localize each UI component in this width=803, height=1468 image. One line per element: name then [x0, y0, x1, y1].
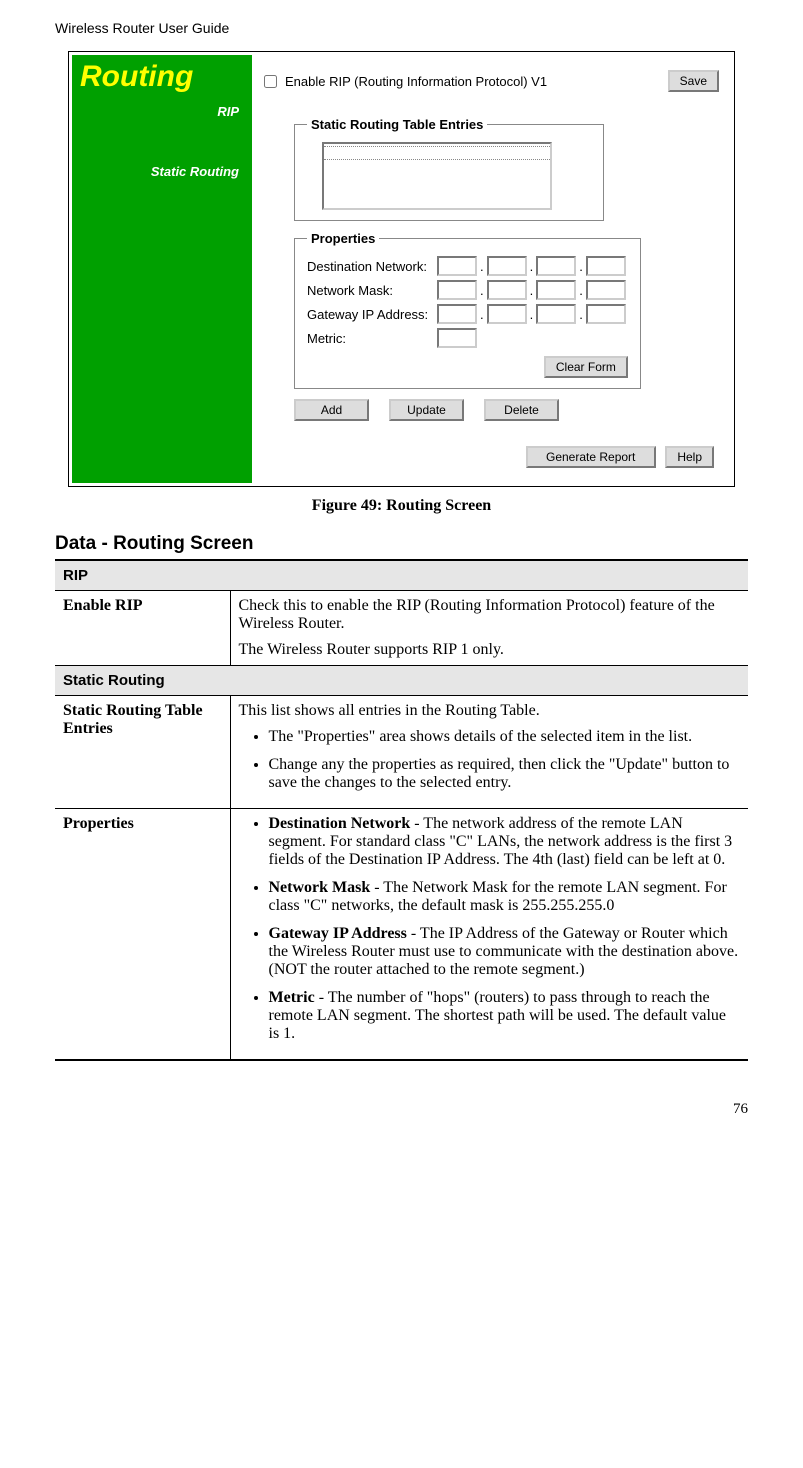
side-label-static: Static Routing	[80, 164, 239, 179]
static-routing-fieldset: Static Routing Table Entries	[294, 117, 604, 221]
section-heading: Data - Routing Screen	[55, 533, 748, 555]
properties-cell-label: Properties	[55, 809, 230, 1061]
page-header: Wireless Router User Guide	[55, 20, 748, 36]
metric-input[interactable]	[437, 328, 477, 348]
dest-network-label: Destination Network:	[307, 259, 437, 274]
side-label-rip: RIP	[80, 104, 239, 119]
routing-entries-listbox[interactable]	[322, 142, 552, 210]
section-rip: RIP	[55, 560, 748, 591]
gateway-ip-label: Gateway IP Address:	[307, 307, 437, 322]
mask-oct4[interactable]	[586, 280, 626, 300]
properties-fieldset: Properties Destination Network: . . . Ne…	[294, 231, 641, 389]
gw-oct3[interactable]	[536, 304, 576, 324]
network-mask-label: Network Mask:	[307, 283, 437, 298]
page-number: 76	[55, 1101, 748, 1118]
dest-oct4[interactable]	[586, 256, 626, 276]
dest-oct1[interactable]	[437, 256, 477, 276]
figure-container: Routing RIP Static Routing Enable RIP (R…	[55, 51, 748, 487]
entries-cell-desc: This list shows all entries in the Routi…	[230, 696, 748, 809]
section-static: Static Routing	[55, 666, 748, 696]
static-routing-legend: Static Routing Table Entries	[307, 117, 487, 132]
generate-report-button[interactable]: Generate Report	[526, 446, 656, 468]
entries-cell-label: Static Routing Table Entries	[55, 696, 230, 809]
figure-caption: Figure 49: Routing Screen	[55, 497, 748, 515]
metric-label: Metric:	[307, 331, 437, 346]
dest-oct3[interactable]	[536, 256, 576, 276]
help-button[interactable]: Help	[665, 446, 714, 468]
enable-rip-label: Enable RIP (Routing Information Protocol…	[285, 74, 547, 89]
add-button[interactable]: Add	[294, 399, 369, 421]
routing-screenshot: Routing RIP Static Routing Enable RIP (R…	[68, 51, 735, 487]
mask-oct2[interactable]	[487, 280, 527, 300]
enable-rip-cell-desc: Check this to enable the RIP (Routing In…	[230, 591, 748, 666]
gw-oct1[interactable]	[437, 304, 477, 324]
enable-rip-checkbox[interactable]	[264, 75, 277, 88]
mask-oct3[interactable]	[536, 280, 576, 300]
gw-oct4[interactable]	[586, 304, 626, 324]
delete-button[interactable]: Delete	[484, 399, 559, 421]
save-button[interactable]: Save	[668, 70, 719, 92]
routing-title: Routing	[80, 60, 244, 94]
mask-oct1[interactable]	[437, 280, 477, 300]
gw-oct2[interactable]	[487, 304, 527, 324]
properties-legend: Properties	[307, 231, 379, 246]
data-table: RIP Enable RIP Check this to enable the …	[55, 559, 748, 1061]
clear-form-button[interactable]: Clear Form	[544, 356, 628, 378]
enable-rip-cell-label: Enable RIP	[55, 591, 230, 666]
dest-oct2[interactable]	[487, 256, 527, 276]
properties-cell-desc: Destination Network - The network addres…	[230, 809, 748, 1061]
update-button[interactable]: Update	[389, 399, 464, 421]
